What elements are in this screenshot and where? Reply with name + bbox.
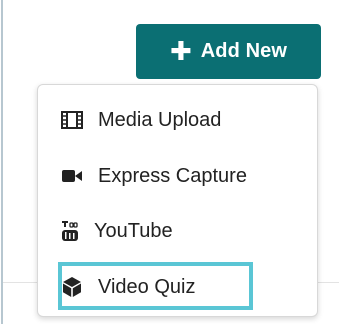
add-new-dropdown-menu: Media Upload Express Capture YouTube Vid… bbox=[37, 84, 318, 317]
page-left-border bbox=[1, 0, 3, 324]
youtube-icon bbox=[58, 219, 82, 243]
menu-item-label: YouTube bbox=[94, 219, 173, 242]
add-new-label: Add New bbox=[200, 40, 288, 62]
menu-item-label: Express Capture bbox=[98, 164, 247, 187]
film-icon bbox=[60, 108, 84, 132]
plus-icon: ✚ bbox=[169, 35, 192, 66]
add-new-button[interactable]: ✚ Add New bbox=[136, 24, 321, 79]
menu-item-label: Media Upload bbox=[98, 108, 222, 131]
menu-item-video-quiz[interactable]: Video Quiz bbox=[60, 272, 195, 302]
menu-item-express-capture[interactable]: Express Capture bbox=[60, 161, 247, 191]
video-camera-icon bbox=[60, 164, 84, 188]
cube-icon bbox=[60, 275, 84, 299]
menu-item-label: Video Quiz bbox=[98, 275, 196, 298]
menu-item-youtube[interactable]: YouTube bbox=[58, 216, 173, 246]
menu-item-media-upload[interactable]: Media Upload bbox=[60, 105, 221, 135]
